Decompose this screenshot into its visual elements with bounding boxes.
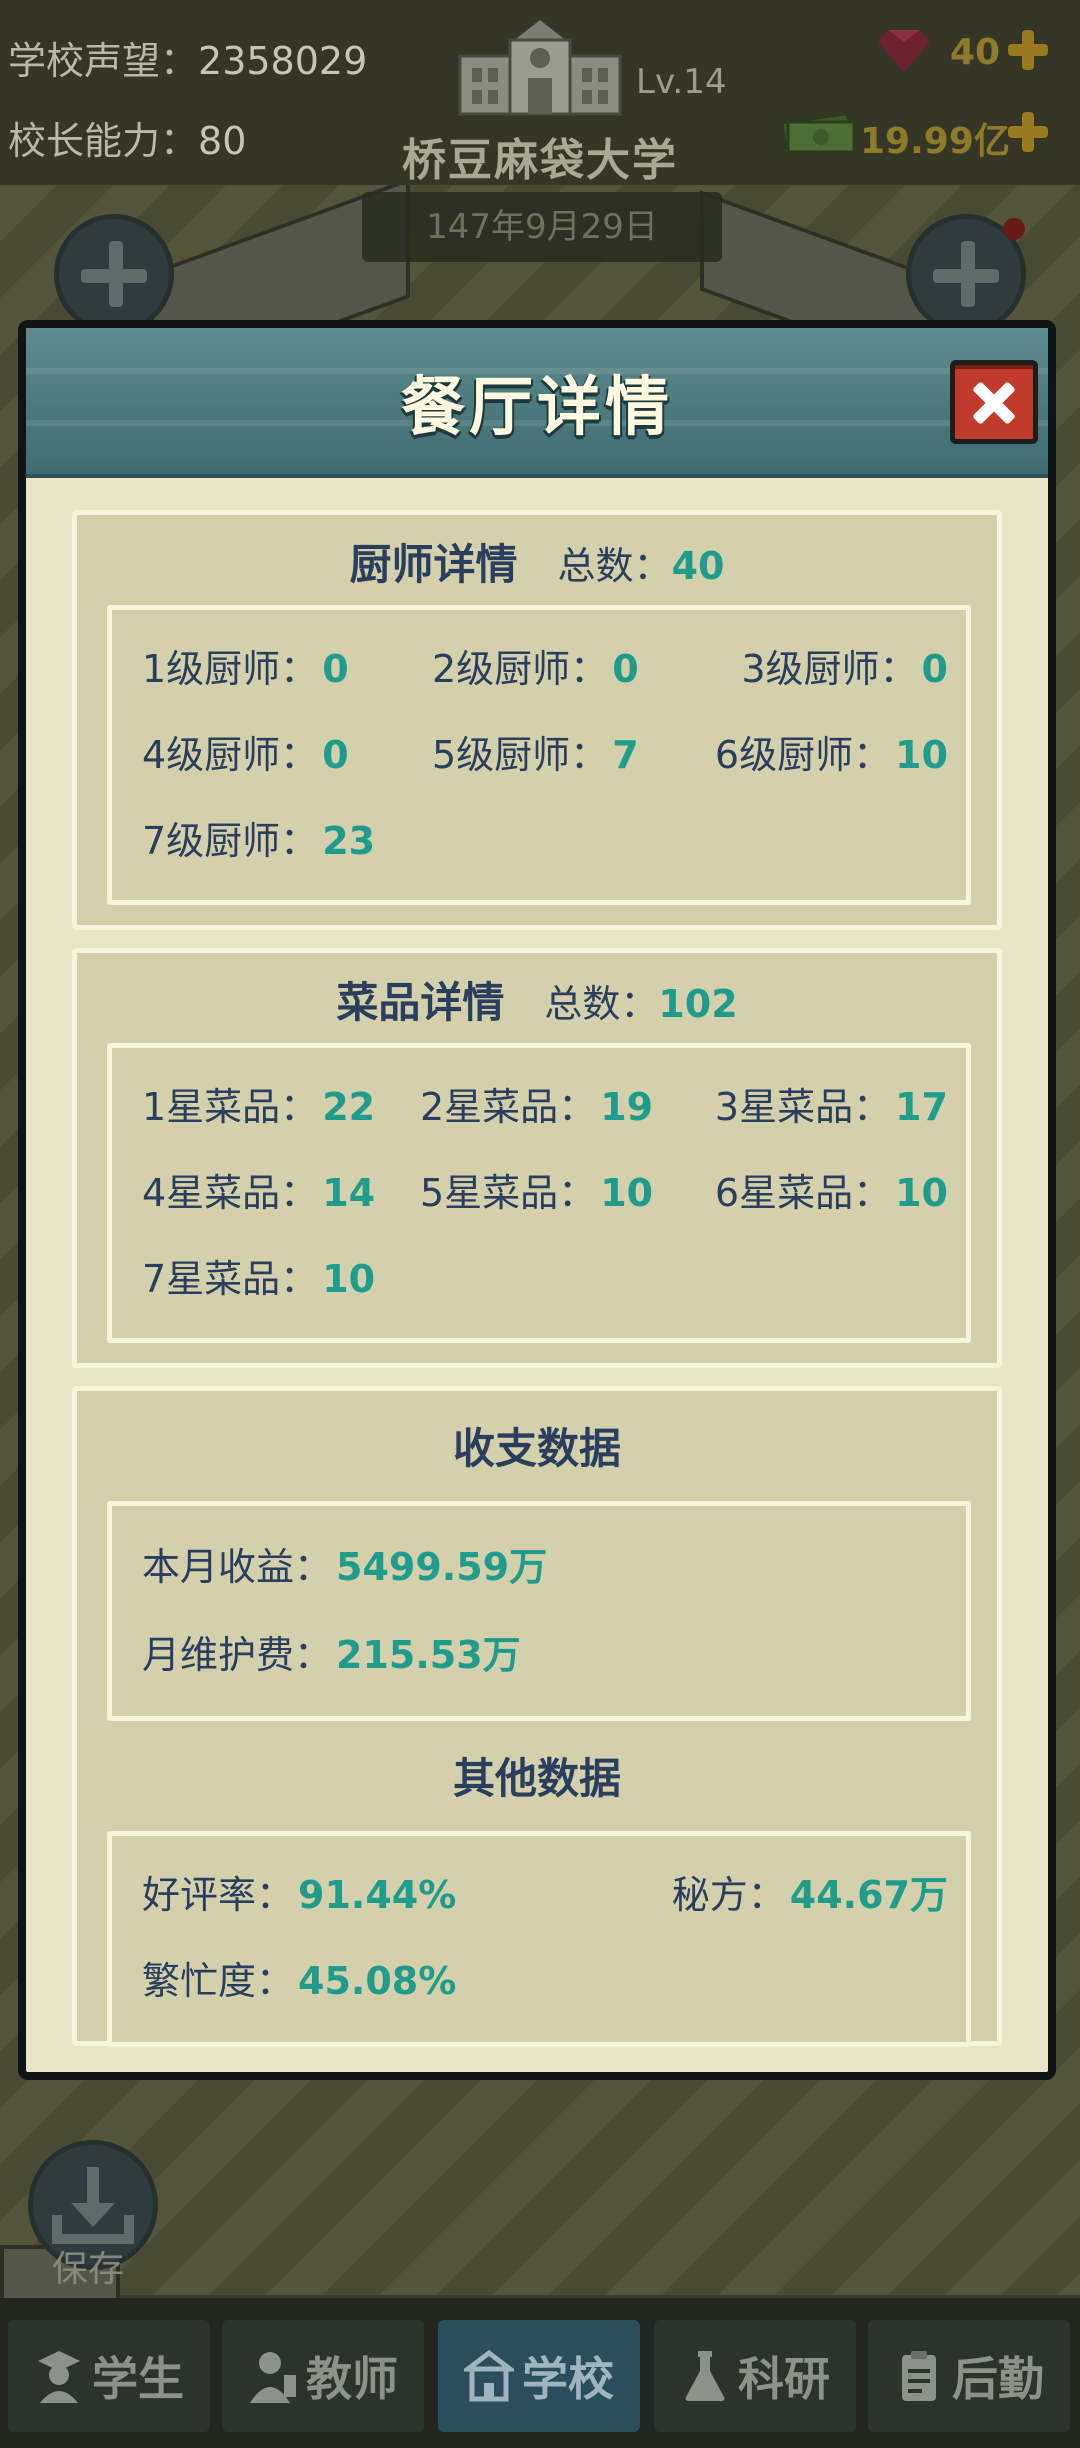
- add-money-icon[interactable]: [1006, 110, 1050, 154]
- dish-star-6: 6星菜品： 10: [714, 1171, 948, 1215]
- dish-details-section: 菜品详情 总数：102 1星菜品： 22 2星菜品： 19 3星菜品： 17 4星菜品：…: [72, 948, 1002, 1368]
- bottom-tab-bar: 学生 教师 学校 科研 后勤: [0, 2298, 1080, 2448]
- student-icon: [38, 2351, 80, 2403]
- monthly-upkeep: 月维护费： 215.53万: [142, 1633, 521, 1677]
- restaurant-details-dialog: 餐厅详情 厨师详情 总数：40 1级厨师： 0 2级厨师： 0 3级厨师： 0 4级厨师…: [18, 320, 1056, 2080]
- dish-star-2: 2星菜品： 19: [420, 1085, 654, 1129]
- other-data-box: 好评率： 91.44% 秘方： 44.67万 繁忙度： 45.08%: [107, 1831, 971, 2047]
- flask-icon: [685, 2351, 725, 2401]
- notification-dot: [1003, 218, 1025, 240]
- data-section: 收支数据 本月收益： 5499.59万 月维护费： 215.53万 其他数据 好评率…: [72, 1386, 1002, 2047]
- chef-level-3: 3级厨师： 0: [741, 647, 948, 691]
- tab-logistics[interactable]: 后勤: [868, 2320, 1070, 2432]
- school-reputation: 学校声望：2358029: [8, 39, 368, 83]
- school-level: Lv.14: [636, 62, 727, 102]
- save-label: 保存: [52, 2249, 125, 2290]
- finance-heading: 收支数据: [452, 1424, 621, 1473]
- tab-school[interactable]: 学校: [438, 2320, 640, 2432]
- money-icon: [780, 112, 856, 156]
- close-button[interactable]: [950, 360, 1038, 444]
- dish-star-3: 3星菜品： 17: [714, 1085, 948, 1129]
- school-icon: [464, 2349, 514, 2402]
- chef-level-7: 7级厨师： 23: [142, 819, 376, 863]
- dish-star-7: 7星菜品： 10: [142, 1257, 376, 1301]
- rating-rate: 好评率： 91.44%: [142, 1873, 457, 1917]
- tab-research[interactable]: 科研: [654, 2320, 856, 2432]
- chef-level-5: 5级厨师： 7: [432, 733, 639, 777]
- dish-star-5: 5星菜品： 10: [420, 1171, 654, 1215]
- monthly-income: 本月收益： 5499.59万: [142, 1545, 548, 1589]
- dish-details-heading: 菜品详情 总数：102: [336, 978, 738, 1027]
- dialog-header: 餐厅详情: [26, 328, 1048, 478]
- dish-star-4: 4星菜品： 14: [142, 1171, 376, 1215]
- busyness: 繁忙度： 45.08%: [142, 1959, 457, 2003]
- top-status-bar: 学校声望：2358029 校长能力：80 Lv.14 桥豆麻袋大学 40 19.…: [0, 0, 1080, 186]
- chef-level-2: 2级厨师： 0: [432, 647, 639, 691]
- dish-stars-box: 1星菜品： 22 2星菜品： 19 3星菜品： 17 4星菜品： 14 5星菜品： 10 …: [107, 1043, 971, 1343]
- game-date: 147年9月29日: [362, 192, 722, 262]
- teacher-icon: [250, 2352, 296, 2403]
- gem-icon: [878, 30, 930, 72]
- tab-students[interactable]: 学生: [8, 2320, 210, 2432]
- add-gems-icon[interactable]: [1006, 28, 1050, 72]
- chef-level-1: 1级厨师： 0: [142, 647, 349, 691]
- chef-level-4: 4级厨师： 0: [142, 733, 349, 777]
- other-data-heading: 其他数据: [452, 1754, 621, 1803]
- dialog-title: 餐厅详情: [401, 371, 673, 445]
- chef-level-6: 6级厨师： 10: [714, 733, 948, 777]
- dish-star-1: 1星菜品： 22: [142, 1085, 376, 1129]
- tab-teachers[interactable]: 教师: [222, 2320, 424, 2432]
- secret-recipe: 秘方： 44.67万: [671, 1873, 948, 1917]
- finance-box: 本月收益： 5499.59万 月维护费： 215.53万: [107, 1501, 971, 1721]
- chef-levels-box: 1级厨师： 0 2级厨师： 0 3级厨师： 0 4级厨师： 0 5级厨师： 7 6级厨师：…: [107, 605, 971, 905]
- money-amount: 19.99亿: [860, 121, 1010, 162]
- school-building-icon: [458, 20, 622, 116]
- chef-details-heading: 厨师详情 总数：40: [349, 540, 725, 589]
- chef-details-section: 厨师详情 总数：40 1级厨师： 0 2级厨师： 0 3级厨师： 0 4级厨师： 0 5级…: [72, 510, 1002, 930]
- clipboard-icon: [902, 2351, 936, 2401]
- left-add-button[interactable]: [54, 214, 174, 334]
- gem-count: 40: [950, 32, 1001, 73]
